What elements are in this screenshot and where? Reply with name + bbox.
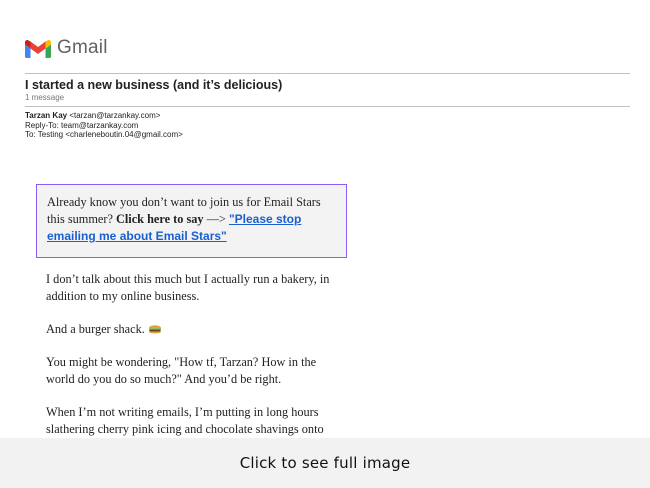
sender-email: <tarzan@tarzankay.com> [69, 111, 161, 120]
body-paragraph-burger: And a burger shack. [46, 321, 346, 338]
divider-bottom [25, 106, 630, 107]
to-line: To: Testing <charleneboutin.04@gmail.com… [25, 130, 183, 139]
body-paragraph: You might be wondering, "How tf, Tarzan?… [46, 355, 317, 386]
body-paragraph: When I’m not writing emails, I’m putting… [46, 405, 324, 436]
see-full-image-bar[interactable]: Click to see full image [0, 438, 650, 488]
reply-to-line: Reply-To: team@tarzankay.com [25, 120, 139, 130]
gmail-header: Gmail [25, 37, 108, 59]
email-meta: Tarzan Kay <tarzan@tarzankay.com> Reply-… [25, 111, 183, 140]
body-paragraph: I don’t talk about this much but I actua… [46, 272, 330, 303]
sender-line: Tarzan Kay <tarzan@tarzankay.com> [25, 111, 183, 121]
gmail-logo-icon [25, 40, 51, 58]
sender-name: Tarzan Kay [25, 111, 68, 120]
callout-arrow: —> [203, 212, 229, 226]
divider-top [25, 73, 630, 74]
email-body: I don’t talk about this much but I actua… [46, 271, 346, 454]
burger-icon [148, 325, 161, 334]
gmail-wordmark: Gmail [57, 37, 108, 58]
callout-bold-text: Click here to say [116, 212, 204, 226]
email-subject: I started a new business (and it’s delic… [25, 78, 283, 92]
see-full-image-label[interactable]: Click to see full image [240, 454, 411, 472]
message-count: 1 message [25, 93, 65, 102]
unsubscribe-callout: Already know you don’t want to join us f… [36, 184, 347, 258]
body-paragraph-text: And a burger shack. [46, 322, 145, 336]
